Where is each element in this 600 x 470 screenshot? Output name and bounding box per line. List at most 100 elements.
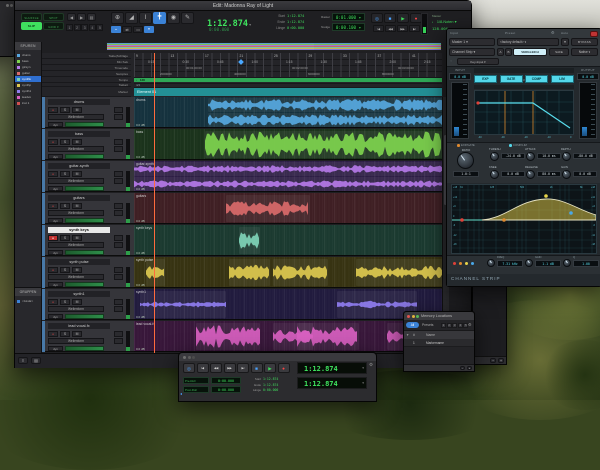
freeze-button[interactable]	[114, 210, 123, 216]
automation-mode-selector[interactable]: dyn	[48, 218, 63, 224]
track-view-selector[interactable]: Wellenform	[48, 210, 104, 216]
playlist-button[interactable]	[114, 171, 123, 177]
mute-button[interactable]: M	[72, 331, 82, 337]
zoom-preset-2[interactable]: 2	[74, 24, 81, 31]
eq-q-knob[interactable]	[563, 259, 571, 267]
audio-clip[interactable]	[146, 259, 164, 286]
zoom-out-button[interactable]: −	[490, 358, 496, 363]
eq-band-button[interactable]	[465, 262, 468, 265]
mute-button[interactable]: M	[72, 299, 82, 305]
freeze-button[interactable]	[114, 274, 123, 280]
main-counter[interactable]: 1:12.874 ▾	[207, 13, 267, 25]
mode-button-spot[interactable]: SPOT	[43, 13, 64, 21]
audio-clip[interactable]	[196, 323, 261, 350]
mute-button[interactable]: M	[72, 107, 82, 113]
automation-mode-selector[interactable]: dyn	[48, 282, 63, 288]
playlist-button[interactable]	[114, 299, 123, 305]
return-to-zero-button[interactable]: I◀	[373, 25, 384, 32]
record-arm-button[interactable]: ●	[48, 267, 58, 273]
plugin-settings-gear-icon[interactable]: ⚙	[551, 30, 555, 35]
track-lane-guitar-synth[interactable]: guitar-synth0.0 dB	[134, 161, 442, 192]
dynamics-tab-comp[interactable]: COMP	[525, 75, 548, 83]
plugin-compare-button[interactable]: VERGLEICH	[513, 48, 547, 56]
freeze-button[interactable]	[114, 146, 123, 152]
automation-mode-selector[interactable]: dyn	[48, 154, 63, 160]
plugin-preset-selector[interactable]: <factory default> ▾	[497, 38, 559, 46]
dynamics-tab-gate[interactable]: GATE	[500, 75, 523, 83]
plugin-safe-button[interactable]: SAFE	[549, 48, 569, 56]
field-value[interactable]: 0:00.000	[211, 386, 241, 393]
tool-button-zoomer[interactable]: ⊕	[111, 12, 124, 24]
transport-title-bar[interactable]	[179, 353, 376, 361]
solo-button[interactable]: S	[60, 267, 70, 273]
memory-location-row[interactable]: 1Markername	[404, 339, 474, 347]
track-lane-synth-keys[interactable]: synth keys0.0 dB	[134, 225, 442, 256]
close-icon[interactable]	[183, 356, 186, 359]
freeze-button[interactable]	[114, 306, 123, 312]
audio-clip[interactable]	[297, 323, 359, 350]
volume-fader[interactable]	[65, 314, 104, 320]
dynamics-tab-lim[interactable]: LIM	[551, 75, 574, 83]
eq-graph[interactable]: 311255002k8k +18+12+60-6-12-18 +18+12+60…	[451, 184, 597, 254]
track-name[interactable]: lead vocal-fx	[48, 323, 110, 329]
solo-button[interactable]: S	[60, 331, 70, 337]
mute-button[interactable]: M	[72, 171, 82, 177]
playlist-button[interactable]	[114, 139, 123, 145]
track-name[interactable]: guitars	[48, 195, 110, 201]
eq-band-button[interactable]	[471, 262, 474, 265]
automation-mode-selector[interactable]: dyn	[48, 346, 63, 352]
track-name[interactable]: bass	[48, 131, 110, 137]
thresh-knob[interactable]	[490, 152, 499, 161]
playlist-button[interactable]	[114, 203, 123, 209]
audio-clip[interactable]	[273, 259, 328, 286]
plugin-name-selector[interactable]: Channel Strip ▾	[449, 48, 495, 56]
mute-button[interactable]: M	[72, 203, 82, 209]
close-icon[interactable]	[407, 315, 410, 318]
depth-value[interactable]: -80.0 dB	[573, 153, 597, 159]
automation-mode-selector[interactable]: dyn	[48, 186, 63, 192]
track-lane-bass[interactable]: bass0.0 dB	[134, 129, 442, 160]
release-knob[interactable]	[526, 170, 535, 179]
maximize-icon[interactable]	[192, 356, 195, 359]
plugin-auto-icon[interactable]: ▾	[561, 38, 569, 46]
minimize-icon[interactable]	[188, 356, 191, 359]
track-name[interactable]: synth pulse	[48, 259, 110, 265]
memory-preset-1[interactable]: 1	[441, 323, 446, 328]
output-meter-value[interactable]: 0.0 dB	[577, 73, 599, 80]
filter-icon[interactable]: ▼	[406, 333, 409, 337]
plugin-target-button[interactable]	[590, 31, 598, 37]
online-button[interactable]: ◎	[371, 13, 383, 23]
record-arm-button[interactable]: ●	[48, 171, 58, 177]
attack-value[interactable]: 10.0 ms	[537, 153, 561, 159]
fast-forward-button[interactable]: ▶▶	[224, 363, 236, 373]
plugin-librarian-b-button[interactable]: B	[505, 48, 512, 56]
gain-value[interactable]: 0.0 dB	[573, 171, 597, 177]
toggle-button-3[interactable]: ≡	[144, 26, 154, 33]
fast-forward-button[interactable]: ▶▶	[397, 25, 408, 32]
tool-button-selector[interactable]: I	[139, 12, 152, 24]
eq-band-button[interactable]	[459, 262, 462, 265]
nudge-field[interactable]: Nudge0:00.100 ▾	[315, 23, 367, 32]
play-button[interactable]: ▶	[397, 13, 409, 23]
solo-button[interactable]: S	[60, 139, 70, 145]
gear-icon[interactable]: ⚙	[369, 362, 373, 368]
grid-field[interactable]: Raster0:01.000 ▾	[315, 13, 367, 22]
memory-col-name[interactable]: Name	[426, 333, 435, 337]
freeze-button[interactable]	[114, 178, 123, 184]
footer-list-icon[interactable]: ≡	[18, 357, 28, 364]
audio-clip[interactable]	[208, 113, 442, 127]
memory-preset-3[interactable]: 3	[452, 323, 457, 328]
thresh-value[interactable]: -24.0 dB	[501, 153, 525, 159]
eq-gain-value[interactable]: 1.1 dB	[535, 260, 561, 267]
maximize-icon[interactable]	[416, 315, 419, 318]
go-to-end-button[interactable]: ▶I	[409, 25, 420, 32]
plugin-native-selector[interactable]: Native ▾	[571, 48, 598, 56]
tempo-event-bar[interactable]: ♩ 128	[134, 78, 442, 82]
eq-band-button[interactable]	[453, 262, 456, 265]
zoom-button-2[interactable]: ▤	[87, 13, 96, 21]
toggle-button-1[interactable]: ⇄	[122, 26, 132, 33]
toggle-button-2[interactable]: ▭	[133, 26, 143, 33]
stop-button[interactable]: ■	[384, 13, 396, 23]
memory-view-all-button[interactable]: All	[406, 322, 419, 328]
track-lane-lead-vocal-fx[interactable]: lead vocal-fx0.0 dB	[134, 321, 442, 352]
